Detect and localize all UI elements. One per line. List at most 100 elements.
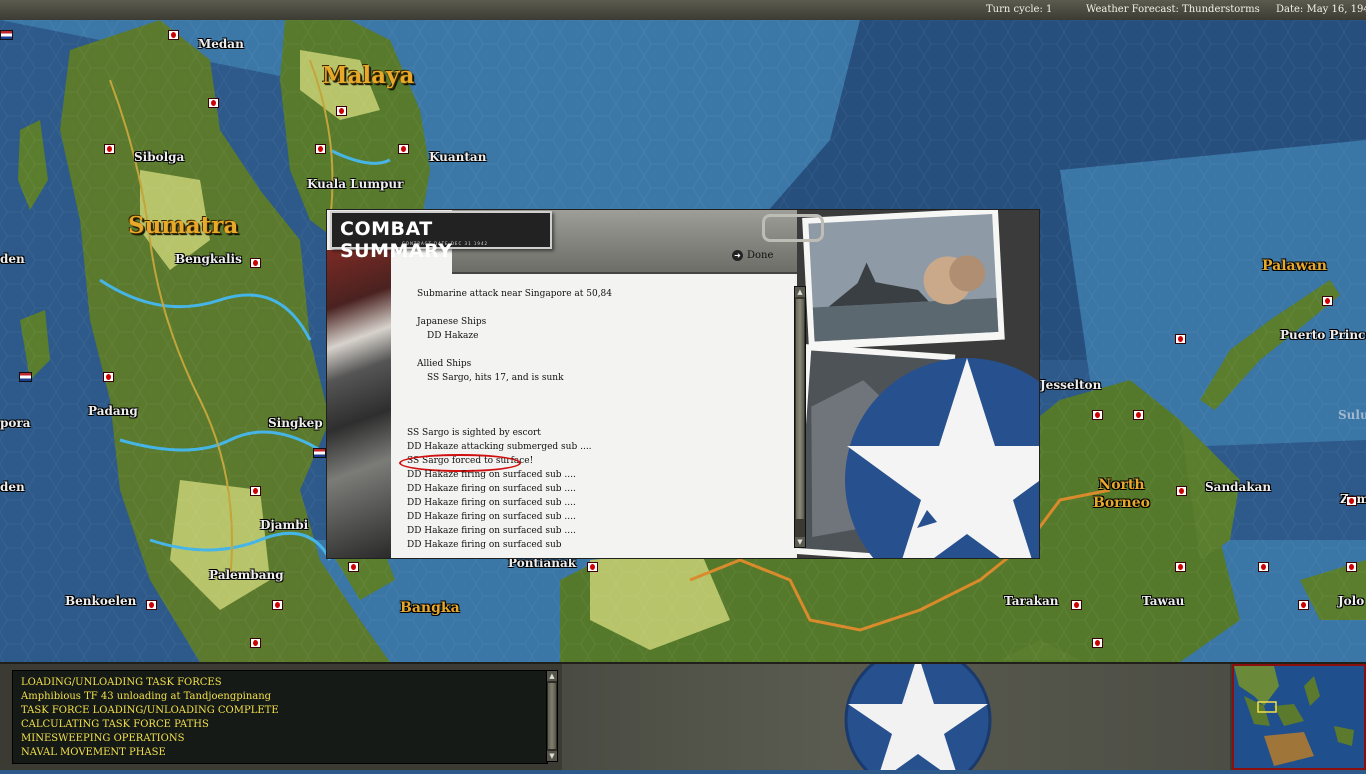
log-line: Amphibious TF 43 unloading at Tandjoengp… — [21, 691, 272, 702]
japanese-base-icon[interactable] — [1175, 562, 1186, 572]
event-line: DD Hakaze firing on surfaced sub .... — [407, 526, 576, 536]
japanese-base-icon[interactable] — [168, 30, 179, 40]
japanese-base-icon[interactable] — [1176, 486, 1187, 496]
city-kuantan[interactable]: Kuantan — [429, 150, 486, 164]
city-singkep[interactable]: Singkep — [268, 416, 323, 430]
region-sumatra: Sumatra — [128, 212, 239, 239]
scrollbar-thumb[interactable] — [796, 299, 804, 519]
city-palembang[interactable]: Palembang — [209, 568, 284, 582]
japanese-base-icon[interactable] — [208, 98, 219, 108]
japanese-base-icon[interactable] — [250, 486, 261, 496]
city-tarakan[interactable]: Tarakan — [1004, 594, 1058, 608]
japanese-base-icon[interactable] — [1322, 296, 1333, 306]
japanese-base-icon[interactable] — [398, 144, 409, 154]
report-header: Submarine attack near Singapore at 50,84 — [417, 289, 613, 299]
log-line: CALCULATING TASK FORCE PATHS — [21, 719, 209, 730]
japanese-base-icon[interactable] — [315, 144, 326, 154]
dialog-title: COMBAT SUMMARY — [340, 218, 453, 262]
region-palawan: Palawan — [1262, 258, 1327, 274]
region-bangka: Bangka — [400, 600, 460, 616]
event-line: DD Hakaze firing on surfaced sub .... — [407, 484, 576, 494]
city-puerto-princesa[interactable]: Puerto Prince — [1280, 328, 1366, 342]
log-line: TASK FORCE LOADING/UNLOADING COMPLETE — [21, 705, 279, 716]
log-line: NAVAL MOVEMENT PHASE — [21, 747, 166, 758]
japanese-base-icon[interactable] — [103, 372, 114, 382]
bottom-panel: LOADING/UNLOADING TASK FORCES Amphibious… — [0, 646, 1366, 774]
combat-summary-dialog[interactable]: COMBAT SUMMARY CONTRACT DATE DEC 31 1942… — [327, 210, 1039, 558]
japanese-base-icon[interactable] — [1346, 496, 1357, 506]
city-sibolga[interactable]: Sibolga — [134, 150, 184, 164]
city-jesselton[interactable]: Jesselton — [1040, 378, 1101, 392]
japanese-base-icon[interactable] — [146, 600, 157, 610]
dutch-base-icon[interactable] — [313, 448, 326, 458]
japanese-base-icon[interactable] — [1071, 600, 1082, 610]
japanese-base-icon[interactable] — [587, 562, 598, 572]
dialog-decoration — [791, 210, 1039, 558]
japanese-base-icon[interactable] — [1092, 638, 1103, 648]
mini-map-terrain — [1234, 666, 1364, 768]
done-label: Done — [747, 250, 774, 261]
city-benkoelen[interactable]: Benkoelen — [65, 594, 136, 608]
report-scrollbar[interactable]: ▲ ▼ — [794, 286, 806, 548]
game-date: Date: May 16, 1942 — [1276, 4, 1366, 15]
japanese-base-icon[interactable] — [1175, 334, 1186, 344]
dutch-base-icon[interactable] — [19, 372, 32, 382]
allied-ships-heading: Allied Ships — [417, 359, 472, 369]
status-bar: Turn cycle: 1 Weather Forecast: Thunders… — [0, 0, 1366, 21]
japanese-base-icon[interactable] — [272, 600, 283, 610]
sea-label-sulu: Sulu — [1338, 408, 1366, 422]
japanese-base-icon[interactable] — [1258, 562, 1269, 572]
japanese-base-icon[interactable] — [1092, 410, 1103, 420]
region-malaya: Malaya — [322, 62, 415, 89]
allied-star-button-icon[interactable] — [562, 646, 1230, 774]
dutch-base-icon[interactable] — [0, 30, 13, 40]
city-sandakan[interactable]: Sandakan — [1205, 480, 1271, 494]
scroll-up-icon[interactable]: ▲ — [547, 671, 557, 681]
log-scrollbar[interactable]: ▲ ▼ — [546, 670, 558, 762]
scroll-up-icon[interactable]: ▲ — [795, 287, 805, 297]
event-line: SS Sargo is sighted by escort — [407, 428, 541, 438]
arrow-right-icon: ➜ — [732, 250, 743, 261]
japanese-base-icon[interactable] — [1133, 410, 1144, 420]
japanese-base-icon[interactable] — [1346, 562, 1357, 572]
city-djambi[interactable]: Djambi — [260, 518, 308, 532]
event-line: DD Hakaze firing on surfaced sub .... — [407, 470, 576, 480]
city-bengkalis[interactable]: Bengkalis — [175, 252, 242, 266]
dialog-title-plate: COMBAT SUMMARY CONTRACT DATE DEC 31 1942 — [330, 211, 552, 262]
turn-cycle: Turn cycle: 1 — [986, 4, 1053, 15]
city-partial-den[interactable]: den — [0, 480, 25, 494]
city-jolo[interactable]: Jolo — [1338, 594, 1364, 608]
city-tawau[interactable]: Tawau — [1142, 594, 1184, 608]
city-partial-pora[interactable]: pora — [0, 416, 31, 430]
event-line: DD Hakaze firing on surfaced sub .... — [407, 512, 576, 522]
region-north-borneo: North Borneo — [1093, 477, 1150, 511]
japanese-ships-heading: Japanese Ships — [417, 317, 487, 327]
japanese-base-icon[interactable] — [1298, 600, 1309, 610]
city-pontianak[interactable]: Pontianak — [508, 556, 576, 570]
message-log: LOADING/UNLOADING TASK FORCES Amphibious… — [12, 670, 548, 764]
event-line: DD Hakaze firing on surfaced sub .... — [407, 498, 576, 508]
allied-star-emblem-icon — [791, 210, 1039, 558]
mini-map[interactable] — [1232, 664, 1366, 770]
japanese-base-icon[interactable] — [336, 106, 347, 116]
scroll-down-icon[interactable]: ▼ — [547, 751, 557, 761]
event-line: DD Hakaze firing on surfaced sub — [407, 540, 562, 550]
japanese-ship: DD Hakaze — [427, 331, 479, 341]
city-padang[interactable]: Padang — [88, 404, 138, 418]
japanese-base-icon[interactable] — [348, 562, 359, 572]
dialog-decoration-photo — [327, 250, 394, 558]
control-panel — [562, 646, 1230, 774]
dialog-subtitle: CONTRACT DATE DEC 31 1942 — [402, 241, 489, 246]
city-partial-den[interactable]: den — [0, 252, 25, 266]
japanese-base-icon[interactable] — [250, 258, 261, 268]
japanese-base-icon[interactable] — [250, 638, 261, 648]
done-button[interactable]: ➜ Done — [732, 250, 773, 261]
event-line: DD Hakaze attacking submerged sub .... — [407, 442, 592, 452]
city-medan[interactable]: Medan — [198, 37, 244, 51]
city-kuala-lumpur[interactable]: Kuala Lumpur — [307, 177, 403, 191]
log-line: MINESWEEPING OPERATIONS — [21, 733, 185, 744]
scrollbar-thumb[interactable] — [548, 683, 556, 749]
allied-ship: SS Sargo, hits 17, and is sunk — [427, 373, 564, 383]
japanese-base-icon[interactable] — [104, 144, 115, 154]
scroll-down-icon[interactable]: ▼ — [795, 537, 805, 547]
